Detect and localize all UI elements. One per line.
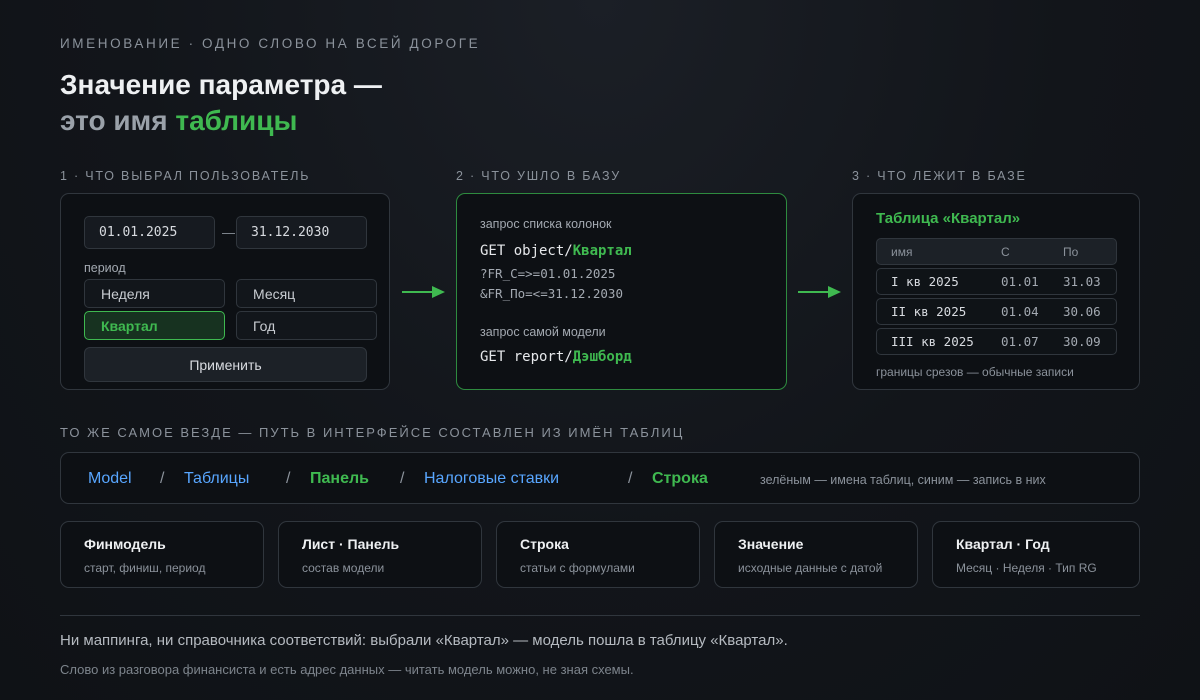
column-header-from: С [1001, 244, 1010, 259]
row-name: III кв 2025 [891, 334, 974, 349]
columns-query-line: GET object/Квартал [480, 243, 632, 259]
period-option-month[interactable]: Месяц [236, 279, 377, 308]
card-title: Лист · Панель [302, 536, 400, 552]
arrow-right-icon [402, 286, 445, 298]
model-query-line: GET report/Дэшборд [480, 349, 632, 365]
card-title: Финмодель [84, 536, 166, 552]
columns-query-path: GET object/ [480, 243, 573, 259]
period-option-week[interactable]: Неделя [84, 279, 225, 308]
breadcrumb-item-panel[interactable]: Панель [310, 470, 369, 488]
divider [60, 615, 1140, 616]
columns-query-caption: запрос списка колонок [480, 217, 612, 231]
date-to-field[interactable]: 31.12.2030 [236, 216, 367, 249]
card-subtitle: статьи с формулами [520, 561, 635, 575]
model-query-caption: запрос самой модели [480, 325, 606, 339]
breadcrumb-item-tables[interactable]: Таблицы [184, 470, 249, 488]
period-label: период [84, 261, 126, 275]
step-1-label: 1 · ЧТО ВЫБРАЛ ПОЛЬЗОВАТЕЛЬ [60, 169, 311, 183]
date-from-field[interactable]: 01.01.2025 [84, 216, 215, 249]
query-param-from: ?FR_С=>=01.01.2025 [480, 266, 616, 281]
footer-line-2: Слово из разговора финансиста и есть адр… [60, 662, 634, 677]
table-row: I кв 2025 01.01 31.03 [876, 268, 1117, 295]
breadcrumb-separator: / [400, 470, 405, 487]
title-line-1: Значение параметра — [60, 69, 382, 100]
card-subtitle: Месяц · Неделя · Тип RG [956, 561, 1097, 575]
row-to: 30.06 [1063, 304, 1101, 319]
breadcrumb-separator: / [286, 470, 291, 487]
path-section-label: ТО ЖЕ САМОЕ ВЕЗДЕ — ПУТЬ В ИНТЕРФЕЙСЕ СО… [60, 425, 685, 440]
model-query-path: GET report/ [480, 349, 573, 365]
title-prefix: это имя [60, 105, 168, 136]
card-quarter-year: Квартал · Год Месяц · Неделя · Тип RG [932, 521, 1140, 588]
row-name: II кв 2025 [891, 304, 967, 319]
column-header-name: имя [891, 244, 913, 259]
breadcrumb-item-row[interactable]: Строка [652, 470, 708, 488]
step-3-label: 3 · ЧТО ЛЕЖИТ В БАЗЕ [852, 169, 1027, 183]
table-row: III кв 2025 01.07 30.09 [876, 328, 1117, 355]
card-subtitle: старт, финиш, период [84, 561, 206, 575]
card-row: Строка статьи с формулами [496, 521, 700, 588]
row-from: 01.01 [1001, 274, 1039, 289]
card-finmodel: Финмодель старт, финиш, период [60, 521, 264, 588]
apply-button[interactable]: Применить [84, 347, 367, 382]
card-title: Значение [738, 536, 804, 552]
breadcrumb: Model / Таблицы / Панель / Налоговые ста… [60, 452, 1140, 504]
table-header: имя С По [876, 238, 1117, 265]
query-param-to: &FR_По=<=31.12.2030 [480, 286, 623, 301]
card-title: Квартал · Год [956, 536, 1050, 552]
columns-query-table: Квартал [572, 243, 632, 259]
title-accent: таблицы [175, 105, 298, 136]
card-title: Строка [520, 536, 569, 552]
breadcrumb-separator: / [160, 470, 165, 487]
card-subtitle: состав модели [302, 561, 385, 575]
eyebrow: ИМЕНОВАНИЕ · ОДНО СЛОВО НА ВСЕЙ ДОРОГЕ [60, 36, 481, 51]
breadcrumb-separator: / [628, 470, 633, 487]
row-from: 01.04 [1001, 304, 1039, 319]
period-option-quarter[interactable]: Квартал [84, 311, 225, 340]
table-note: границы срезов — обычные записи [876, 365, 1074, 379]
card-sheet-panel: Лист · Панель состав модели [278, 521, 482, 588]
database-panel: Таблица «Квартал» имя С По I кв 2025 01.… [852, 193, 1140, 390]
user-selection-panel: 01.01.2025 — 31.12.2030 период Неделя Ме… [60, 193, 390, 390]
arrow-right-icon [798, 286, 841, 298]
date-range-dash: — [222, 225, 235, 240]
card-value: Значение исходные данные с датой [714, 521, 918, 588]
step-2-label: 2 · ЧТО УШЛО В БАЗУ [456, 169, 621, 183]
card-subtitle: исходные данные с датой [738, 561, 883, 575]
page-title: Значение параметра — это имя таблицы [60, 67, 382, 139]
footer-line-1: Ни маппинга, ни справочника соответствий… [60, 632, 788, 649]
period-option-year[interactable]: Год [236, 311, 377, 340]
breadcrumb-item-tax-rates[interactable]: Налоговые ставки [424, 470, 559, 488]
row-to: 30.09 [1063, 334, 1101, 349]
path-legend: зелёным — имена таблиц, синим — запись в… [760, 473, 1046, 487]
row-name: I кв 2025 [891, 274, 959, 289]
table-row: II кв 2025 01.04 30.06 [876, 298, 1117, 325]
row-from: 01.07 [1001, 334, 1039, 349]
table-title: Таблица «Квартал» [876, 210, 1021, 227]
column-header-to: По [1063, 244, 1079, 259]
breadcrumb-item-model[interactable]: Model [88, 470, 132, 488]
row-to: 31.03 [1063, 274, 1101, 289]
title-line-2: это имя таблицы [60, 103, 382, 139]
query-panel: запрос списка колонок GET object/Квартал… [456, 193, 787, 390]
model-query-name: Дэшборд [572, 349, 632, 365]
